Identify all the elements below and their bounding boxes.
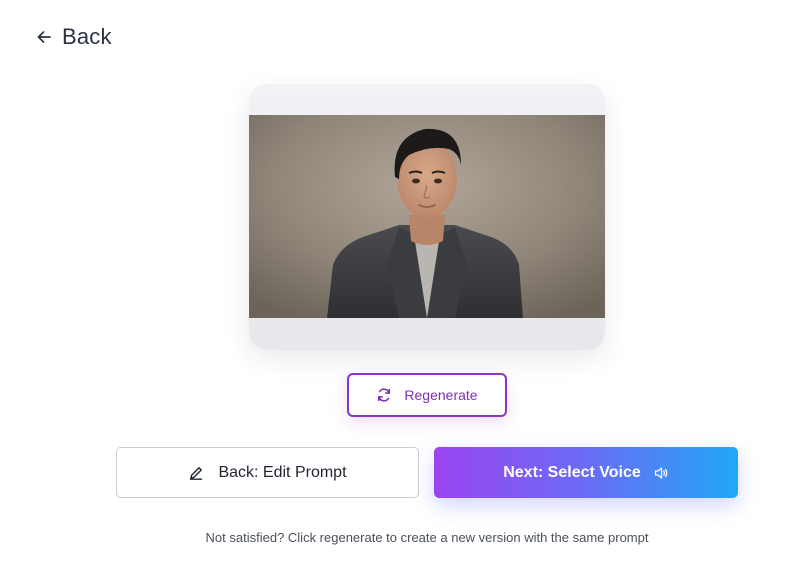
regenerate-hint: Not satisfied? Click regenerate to creat… <box>205 530 649 545</box>
next-select-voice-button[interactable]: Next: Select Voice <box>434 447 738 498</box>
back-label: Back <box>62 24 112 49</box>
refresh-icon <box>376 387 392 403</box>
edit-prompt-button[interactable]: Back: Edit Prompt <box>116 447 419 498</box>
regenerate-button[interactable]: Regenerate <box>347 373 507 417</box>
pencil-icon <box>188 465 204 481</box>
arrow-left-icon <box>36 29 52 45</box>
edit-prompt-label: Back: Edit Prompt <box>218 463 347 481</box>
portrait-image <box>249 115 605 318</box>
back-link[interactable]: Back <box>36 22 112 52</box>
regenerate-label: Regenerate <box>404 387 478 403</box>
avatar-preview-card <box>249 84 605 350</box>
speaker-icon <box>653 465 669 481</box>
next-select-voice-label: Next: Select Voice <box>503 463 641 481</box>
page: Back Regenerate Back: Edit Prompt Next: … <box>0 0 800 567</box>
